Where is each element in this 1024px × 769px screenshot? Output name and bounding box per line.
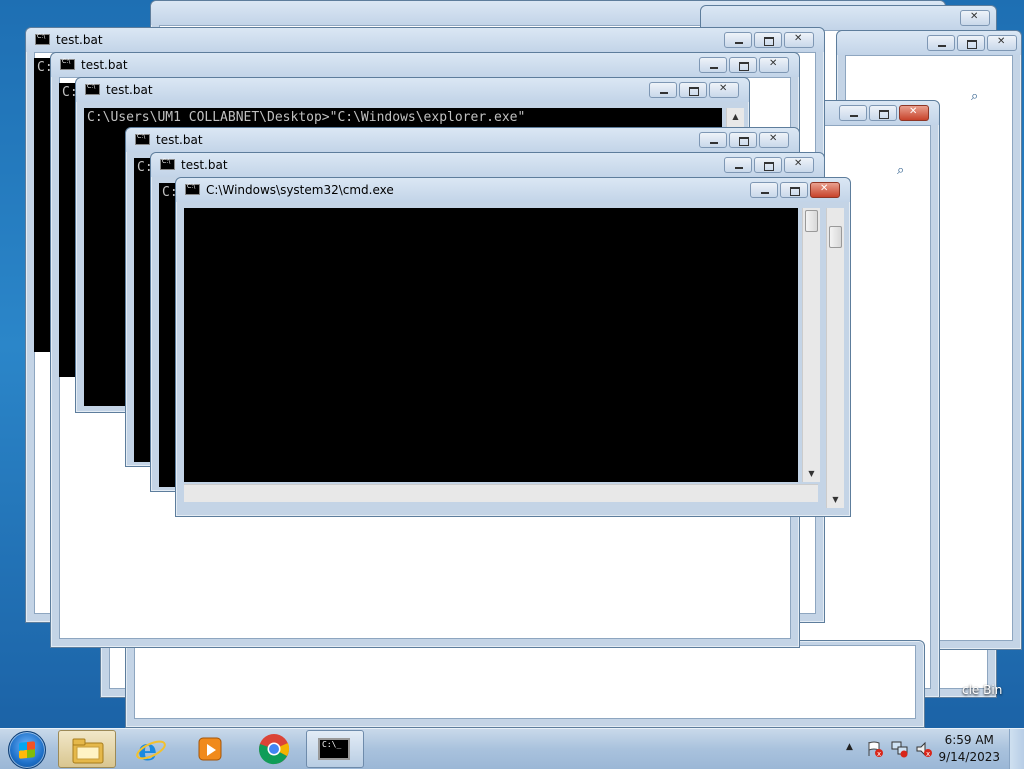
console-icon: [60, 58, 75, 70]
minimize-button[interactable]: [750, 182, 778, 198]
close-button[interactable]: [987, 35, 1017, 51]
close-button[interactable]: [759, 132, 789, 148]
window-controls: [649, 82, 739, 98]
vertical-scrollbar[interactable]: ▼: [802, 208, 820, 482]
scroll-thumb[interactable]: [829, 226, 842, 248]
window-controls: [960, 10, 990, 26]
window-controls: [927, 35, 1017, 51]
svg-text:x: x: [926, 750, 930, 758]
horizontal-scrollbar[interactable]: [184, 484, 818, 502]
command-prompt-icon: C:\_: [318, 738, 350, 760]
search-icon[interactable]: ⌕: [971, 89, 978, 104]
window-content: [134, 645, 916, 719]
minimize-button[interactable]: [927, 35, 955, 51]
close-button[interactable]: [709, 82, 739, 98]
maximize-button[interactable]: [679, 82, 707, 98]
window-controls: [724, 32, 814, 48]
console-icon: [135, 133, 150, 145]
taskbar-ie-button[interactable]: e: [122, 730, 180, 768]
console-icon: [35, 33, 50, 45]
window-title: test.bat: [106, 83, 153, 97]
console-icon: [160, 158, 175, 170]
maximize-button[interactable]: [754, 32, 782, 48]
window-controls: [699, 132, 789, 148]
windows-start-icon[interactable]: [8, 731, 46, 769]
taskbar-cmd-button[interactable]: C:\_: [306, 730, 364, 768]
window-title: test.bat: [56, 33, 103, 47]
scroll-up-arrow-icon[interactable]: ▲: [727, 108, 744, 125]
console-icon: [185, 183, 200, 195]
taskbar-explorer-button[interactable]: [58, 730, 116, 768]
explorer-window-5[interactable]: [125, 640, 925, 728]
window-controls: [839, 105, 929, 121]
minimize-button[interactable]: [649, 82, 677, 98]
console-output[interactable]: [184, 208, 798, 482]
window-controls: [699, 57, 789, 73]
minimize-button[interactable]: [699, 132, 727, 148]
taskbar: e C:\_ ▲ x x 6:59 AM 9/14/2023: [0, 728, 1024, 769]
show-hidden-icons-button[interactable]: ▲: [846, 742, 853, 752]
maximize-button[interactable]: [780, 182, 808, 198]
volume-muted-icon[interactable]: x: [915, 740, 933, 758]
window-controls: [724, 157, 814, 173]
action-center-icon[interactable]: x: [866, 740, 884, 758]
taskbar-chrome-button[interactable]: [246, 730, 304, 768]
internet-explorer-icon: e: [136, 733, 166, 766]
close-button[interactable]: [784, 32, 814, 48]
window-title: test.bat: [181, 158, 228, 172]
minimize-button[interactable]: [699, 57, 727, 73]
window-title: test.bat: [156, 133, 203, 147]
minimize-button[interactable]: [724, 32, 752, 48]
minimize-button[interactable]: [724, 157, 752, 173]
cmd-window-cmd-exe[interactable]: C:\Windows\system32\cmd.exe ▼ ▼: [175, 177, 851, 517]
system-clock[interactable]: 6:59 AM 9/14/2023: [938, 732, 1000, 766]
maximize-button[interactable]: [869, 105, 897, 121]
maximize-button[interactable]: [754, 157, 782, 173]
outer-vertical-scrollbar[interactable]: ▼: [826, 208, 844, 508]
maximize-button[interactable]: [729, 132, 757, 148]
chrome-icon: [259, 734, 290, 765]
show-desktop-button[interactable]: [1009, 729, 1024, 769]
media-player-icon: [198, 737, 222, 761]
window-controls: [750, 182, 840, 198]
scroll-thumb[interactable]: [805, 210, 818, 232]
minimize-button[interactable]: [839, 105, 867, 121]
close-button[interactable]: [960, 10, 990, 26]
clock-date: 9/14/2023: [938, 750, 1000, 764]
window-title: test.bat: [81, 58, 128, 72]
maximize-button[interactable]: [729, 57, 757, 73]
recycle-bin-label[interactable]: cle Bin: [962, 683, 1002, 697]
close-button[interactable]: [810, 182, 840, 198]
search-icon[interactable]: ⌕: [897, 163, 904, 178]
title-bar[interactable]: [51, 53, 799, 77]
scroll-down-arrow-icon[interactable]: ▼: [803, 465, 820, 482]
scroll-down-arrow-icon[interactable]: ▼: [827, 491, 844, 508]
network-icon[interactable]: [891, 740, 909, 758]
window-title: C:\Windows\system32\cmd.exe: [206, 183, 394, 197]
close-button[interactable]: [759, 57, 789, 73]
console-icon: [85, 83, 100, 95]
title-bar[interactable]: [26, 28, 824, 52]
taskbar-media-player-button[interactable]: [182, 730, 240, 768]
close-button[interactable]: [899, 105, 929, 121]
folder-icon: [72, 738, 104, 764]
close-button[interactable]: [784, 157, 814, 173]
clock-time: 6:59 AM: [944, 733, 994, 747]
svg-text:x: x: [877, 750, 881, 758]
maximize-button[interactable]: [957, 35, 985, 51]
